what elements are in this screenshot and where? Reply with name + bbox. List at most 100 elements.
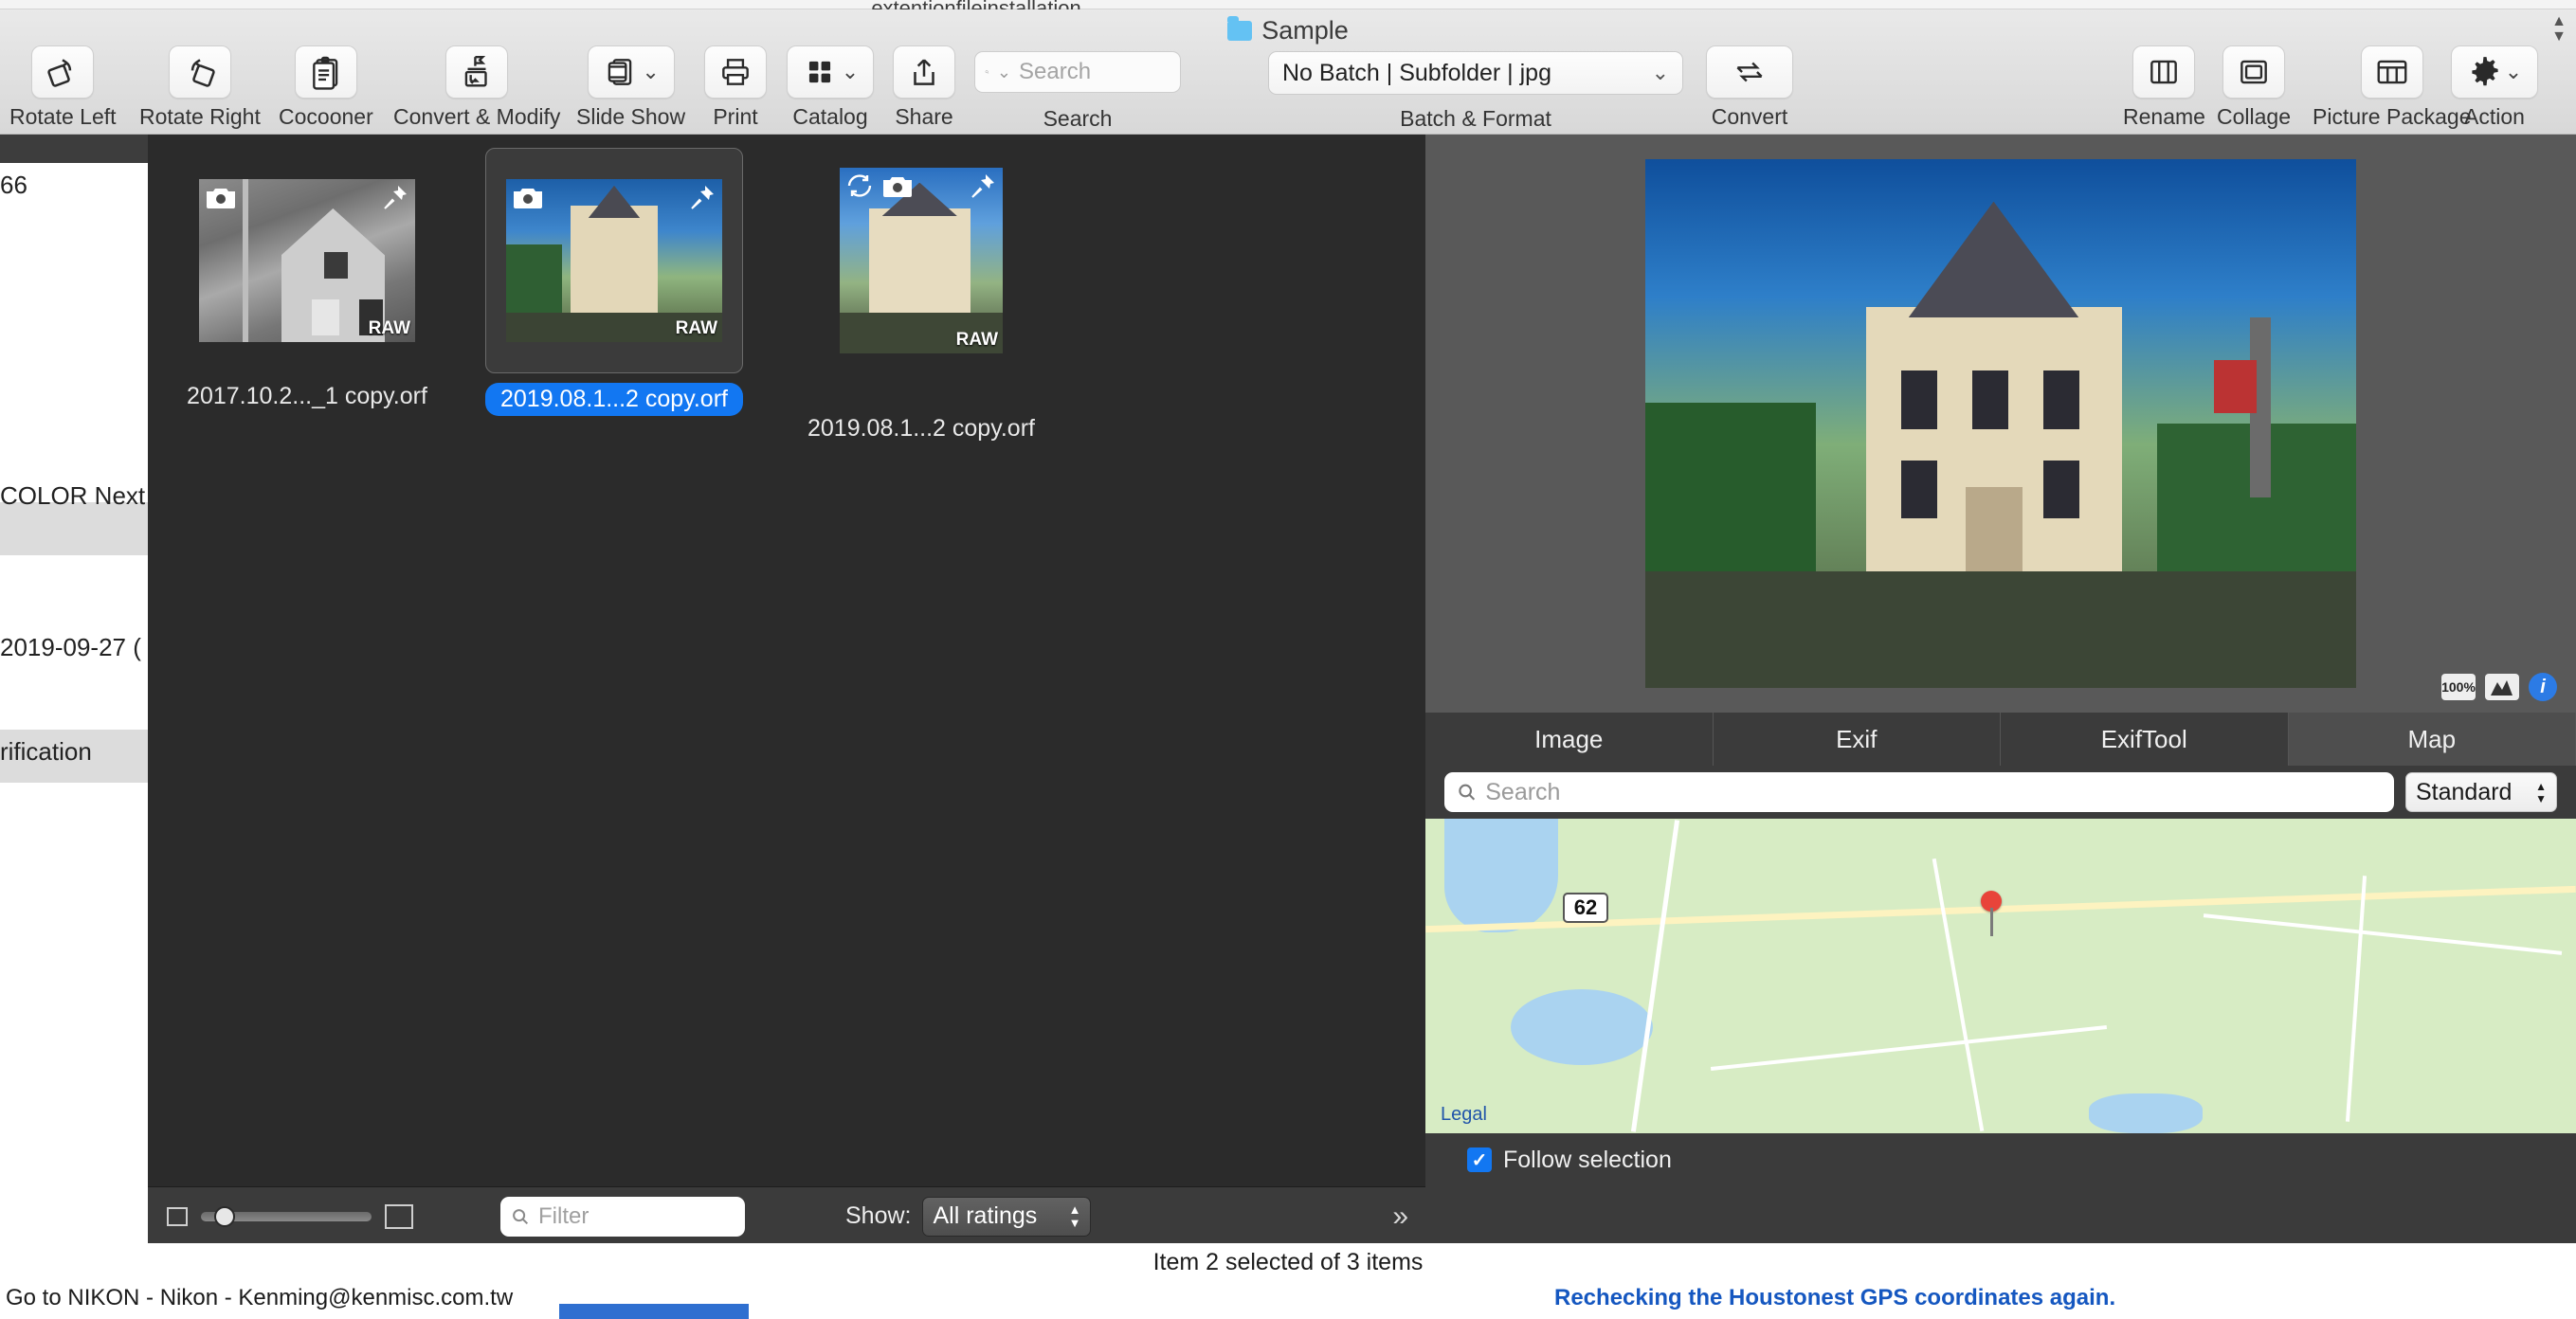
show-ratings-select[interactable]: All ratings ▲ ▼ bbox=[922, 1196, 1092, 1237]
action-button[interactable]: ⌄ bbox=[2451, 45, 2538, 99]
batch-format-value: No Batch | Subfolder | jpg bbox=[1282, 59, 1551, 86]
stepper-icon[interactable]: ▲ ▼ bbox=[2535, 781, 2547, 804]
search-chevron-down-icon[interactable]: ⌄ bbox=[997, 63, 1011, 82]
tab-image[interactable]: Image bbox=[1425, 713, 1714, 766]
toolbar-collage-label: Collage bbox=[2217, 104, 2291, 129]
toolbar-convert-modify[interactable]: Convert & Modify bbox=[393, 45, 560, 130]
filter-input[interactable] bbox=[538, 1202, 724, 1230]
camera-icon bbox=[514, 189, 542, 208]
preview-tree-left bbox=[1645, 402, 1816, 593]
toolbar-share[interactable]: Share bbox=[893, 45, 955, 130]
histogram-icon[interactable] bbox=[2485, 674, 2519, 700]
map-toolbar: Standard ▲ ▼ bbox=[1425, 766, 2576, 819]
info-badge[interactable]: i bbox=[2529, 673, 2557, 701]
picture-package-button[interactable] bbox=[2360, 45, 2423, 99]
collage-button[interactable] bbox=[2222, 45, 2285, 99]
convert-modify-button[interactable] bbox=[445, 45, 509, 99]
thumbnail-size-slider[interactable] bbox=[201, 1205, 372, 1227]
toolbar-action[interactable]: ⌄ Action bbox=[2451, 45, 2538, 130]
toolbar-cocooner-label: Cocooner bbox=[279, 104, 373, 129]
preview-image bbox=[1645, 159, 2356, 688]
thumbnail-item-3[interactable]: RAW 2019.08.1...2 copy.orf bbox=[792, 148, 1050, 443]
convert-button[interactable] bbox=[1706, 45, 1793, 99]
thumbnail-item-1[interactable]: RAW 2017.10.2..._1 copy.orf bbox=[178, 148, 436, 410]
toolbar-slide-show[interactable]: ⌄ Slide Show bbox=[576, 45, 685, 130]
print-button[interactable] bbox=[704, 45, 767, 99]
scroll-down-icon[interactable]: ▼ bbox=[2551, 29, 2567, 45]
toolbar-rotate-right-label: Rotate Right bbox=[139, 104, 261, 129]
toolbar-convert-modify-label: Convert & Modify bbox=[393, 104, 561, 129]
pole-shape bbox=[242, 179, 249, 342]
panel-tabs: Image Exif ExifTool Map bbox=[1425, 713, 2576, 766]
map-search-field[interactable] bbox=[1444, 772, 2394, 812]
toolbar-rename[interactable]: Rename bbox=[2123, 45, 2205, 130]
slider-knob[interactable] bbox=[214, 1205, 235, 1227]
rename-button[interactable] bbox=[2132, 45, 2196, 99]
background-bottom-link[interactable]: Rechecking the Houstonest GPS coordinate… bbox=[1554, 1285, 2115, 1311]
batch-chevron-down-icon[interactable]: ⌄ bbox=[1652, 61, 1669, 85]
convert-modify-icon bbox=[464, 55, 487, 87]
follow-selection-row[interactable]: ✓ Follow selection bbox=[1425, 1133, 2576, 1186]
route-shield: 62 bbox=[1563, 893, 1608, 923]
map-style-select[interactable]: Standard ▲ ▼ bbox=[2405, 772, 2557, 812]
background-bottom-left-text: Go to NIKON - Nikon - Kenming@kenmisc.co… bbox=[6, 1285, 514, 1310]
thumbnail-image-1: RAW bbox=[199, 179, 415, 342]
thumbnail-filename-1[interactable]: 2017.10.2..._1 copy.orf bbox=[178, 383, 436, 410]
search-field[interactable]: ⌄ bbox=[974, 51, 1181, 93]
toolbar-picture-package[interactable]: Picture Package bbox=[2313, 45, 2471, 130]
thumbnail-filename-3[interactable]: 2019.08.1...2 copy.orf bbox=[792, 415, 1050, 443]
rename-icon bbox=[2150, 60, 2178, 84]
thumbnail-browser: RAW 2017.10.2..._1 copy.orf RAW 2019.08.… bbox=[148, 135, 1425, 1186]
map-search-input[interactable] bbox=[1485, 778, 2383, 806]
batch-format-combo[interactable]: No Batch | Subfolder | jpg ⌄ bbox=[1268, 51, 1683, 95]
show-ratings-group[interactable]: Show: All ratings ▲ ▼ bbox=[845, 1196, 1092, 1237]
pin-icon bbox=[384, 186, 407, 209]
toolbar-convert-label: Convert bbox=[1711, 104, 1788, 129]
zoom-badge[interactable]: 100% bbox=[2441, 674, 2476, 700]
slide-show-button[interactable]: ⌄ bbox=[587, 45, 675, 99]
toolbar-rotate-left[interactable]: Rotate Left bbox=[9, 45, 117, 130]
thumbnail-cell-2[interactable]: RAW bbox=[485, 148, 743, 373]
toolbar-collage[interactable]: Collage bbox=[2217, 45, 2291, 130]
raw-badge-1: RAW bbox=[368, 318, 410, 338]
thumbnail-filename-2[interactable]: 2019.08.1...2 copy.orf bbox=[485, 383, 743, 416]
toolbar-action-label: Action bbox=[2464, 104, 2525, 129]
scroll-up-icon[interactable]: ▲ bbox=[2551, 14, 2567, 29]
background-bottom-strip: Go to NIKON - Nikon - Kenming@kenmisc.co… bbox=[0, 1281, 2576, 1319]
thumbnail-cell-1[interactable]: RAW bbox=[178, 148, 436, 373]
rotate-right-button[interactable] bbox=[168, 45, 231, 99]
browser-filter-bar: Show: All ratings ▲ ▼ » bbox=[148, 1186, 1425, 1245]
tab-map[interactable]: Map bbox=[2288, 713, 2576, 766]
toolbar-convert[interactable]: Convert bbox=[1706, 45, 1793, 130]
window-title-text: Sample bbox=[1261, 15, 1349, 45]
right-panel: 100% i Image Exif ExifTool Map Search St… bbox=[1425, 135, 2576, 1243]
thumbnail-cell-3[interactable]: RAW bbox=[792, 148, 1050, 373]
tab-exiftool[interactable]: ExifTool bbox=[2001, 713, 2289, 766]
raw-badge-2: RAW bbox=[675, 318, 717, 338]
batch-format-group-label: Batch & Format bbox=[1400, 106, 1551, 131]
toolbar-cocooner[interactable]: Cocooner bbox=[279, 45, 373, 130]
stepper-icon[interactable]: ▲ ▼ bbox=[1069, 1203, 1081, 1229]
toolbar-print[interactable]: Print bbox=[704, 45, 767, 130]
status-bar: Item 2 selected of 3 items bbox=[0, 1243, 2576, 1281]
cocooner-button[interactable] bbox=[294, 45, 357, 99]
small-image-icon[interactable] bbox=[167, 1206, 188, 1226]
map-legal-link[interactable]: Legal bbox=[1441, 1104, 1487, 1126]
filter-field[interactable] bbox=[500, 1196, 745, 1237]
follow-selection-checkbox[interactable]: ✓ bbox=[1467, 1147, 1492, 1172]
large-image-icon[interactable] bbox=[385, 1203, 413, 1229]
share-button[interactable] bbox=[893, 45, 955, 99]
map-view[interactable]: 62 Legal bbox=[1425, 819, 2576, 1133]
thumbnail-size-slider-group[interactable] bbox=[167, 1203, 413, 1229]
thumbnail-item-2[interactable]: RAW 2019.08.1...2 copy.orf bbox=[485, 148, 743, 416]
chevron-double-right-icon[interactable]: » bbox=[1392, 1201, 1408, 1233]
tab-exif[interactable]: Exif bbox=[1714, 713, 2001, 766]
catalog-button[interactable]: ⌄ bbox=[787, 45, 874, 99]
toolbar-rotate-right[interactable]: Rotate Right bbox=[139, 45, 261, 130]
rotate-left-button[interactable] bbox=[31, 45, 95, 99]
image-preview[interactable]: 100% i bbox=[1425, 135, 2576, 713]
cocooner-icon bbox=[313, 56, 338, 90]
window-scroll-arrows[interactable]: ▲ ▼ bbox=[2551, 14, 2567, 45]
search-input[interactable] bbox=[1019, 59, 1170, 85]
toolbar-catalog[interactable]: ⌄ Catalog bbox=[787, 45, 874, 130]
